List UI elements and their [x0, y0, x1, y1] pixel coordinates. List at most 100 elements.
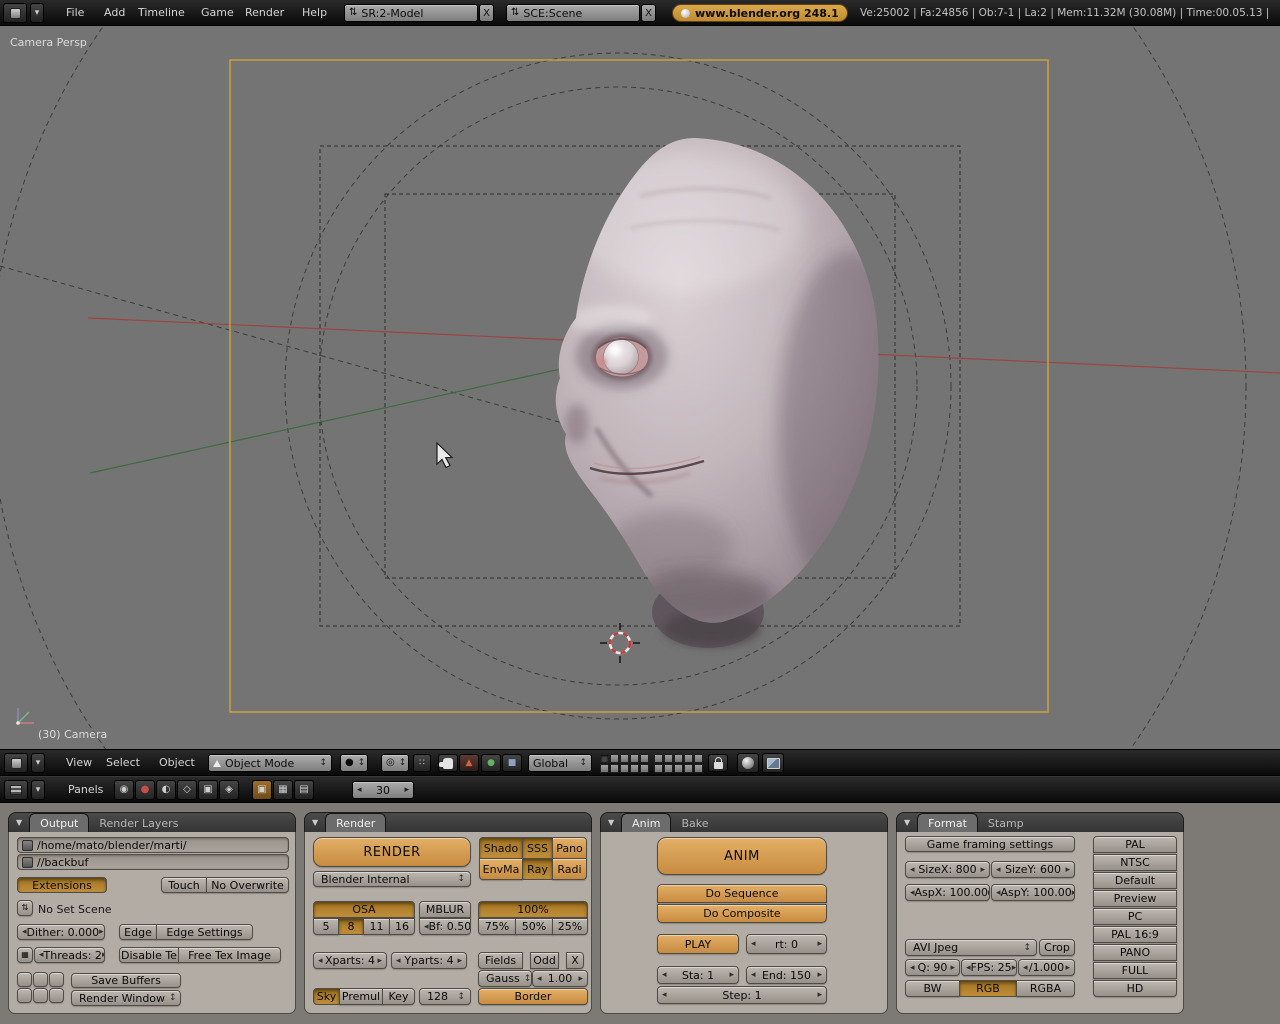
- bw-toggle[interactable]: BW: [905, 980, 960, 997]
- preset-preview-button[interactable]: Preview: [1093, 890, 1177, 907]
- menu-timeline[interactable]: Timeline: [134, 0, 189, 25]
- translate-manipulator-button[interactable]: ▲: [459, 754, 479, 772]
- tab-stamp[interactable]: Stamp: [978, 814, 1034, 832]
- crop-toggle[interactable]: Crop: [1039, 939, 1075, 956]
- script-context-button[interactable]: ●: [135, 780, 155, 800]
- layer-button[interactable]: [610, 764, 619, 773]
- extensions-toggle[interactable]: Extensions: [17, 877, 107, 893]
- layer-button[interactable]: [640, 764, 649, 773]
- layer-button[interactable]: [640, 754, 649, 763]
- header-collapse-button[interactable]: ▾: [31, 780, 45, 800]
- editor-type-button[interactable]: [4, 753, 28, 773]
- do-composite-toggle[interactable]: Do Composite: [657, 904, 827, 923]
- auto-threads-button[interactable]: ▦: [17, 947, 33, 963]
- xparts-field[interactable]: Xparts: 4: [313, 952, 387, 969]
- menu-help[interactable]: Help: [298, 0, 331, 25]
- key-toggle[interactable]: Key: [382, 988, 415, 1005]
- threads-field[interactable]: Threads: 2: [34, 947, 105, 963]
- menu-view[interactable]: View: [62, 750, 96, 775]
- layer-button[interactable]: [610, 754, 619, 763]
- manipulator-toggle-button[interactable]: [438, 754, 458, 772]
- tab-output[interactable]: Output: [29, 813, 89, 832]
- rotate-manipulator-button[interactable]: ●: [481, 754, 501, 772]
- screen-close-button[interactable]: X: [479, 4, 494, 22]
- grid-toggle[interactable]: [17, 972, 32, 987]
- layer-button[interactable]: [600, 764, 609, 773]
- render-subcontext-button[interactable]: ▣: [252, 780, 272, 800]
- grid-toggle[interactable]: [33, 988, 48, 1003]
- scene-close-button[interactable]: X: [641, 4, 656, 22]
- layer-button[interactable]: [620, 764, 629, 773]
- odd-toggle[interactable]: Odd: [530, 952, 559, 969]
- fps-base-field[interactable]: /1.000: [1018, 959, 1075, 976]
- menu-add[interactable]: Add: [100, 0, 129, 25]
- preset-pal-button[interactable]: PAL: [1093, 836, 1177, 853]
- preset-ntsc-button[interactable]: NTSC: [1093, 854, 1177, 871]
- menu-select[interactable]: Select: [102, 750, 144, 775]
- radiosity-toggle[interactable]: Radi: [552, 858, 587, 880]
- size-25-toggle[interactable]: 25%: [552, 918, 588, 935]
- fps-field[interactable]: FPS: 25: [961, 959, 1017, 976]
- layer-button[interactable]: [674, 754, 683, 763]
- dither-field[interactable]: Dither: 0.000: [17, 924, 105, 940]
- collapse-arrow-icon[interactable]: ▼: [904, 818, 910, 827]
- layer-button[interactable]: [664, 764, 673, 773]
- collapse-arrow-icon[interactable]: ▼: [608, 818, 614, 827]
- layer-button[interactable]: [674, 764, 683, 773]
- no-overwrite-toggle[interactable]: No Overwrite: [206, 877, 289, 893]
- envmap-toggle[interactable]: EnvMa: [479, 858, 523, 880]
- filter-size-field[interactable]: 1.00: [532, 970, 588, 987]
- blur-factor-field[interactable]: Bf: 0.50: [419, 918, 471, 935]
- edge-toggle[interactable]: Edge: [119, 924, 157, 940]
- do-sequence-toggle[interactable]: Do Sequence: [657, 884, 827, 903]
- tab-anim[interactable]: Anim: [621, 813, 671, 832]
- disable-tex-toggle[interactable]: Disable Te: [119, 947, 179, 963]
- screen-selector[interactable]: ⇅ SR:2-Model: [344, 4, 478, 22]
- edge-settings-button[interactable]: Edge Settings: [156, 924, 253, 940]
- size-x-field[interactable]: SizeX: 800: [905, 861, 990, 878]
- preset-hd-button[interactable]: HD: [1093, 980, 1177, 997]
- tab-render[interactable]: Render: [325, 813, 386, 832]
- orientation-dropdown[interactable]: Global: [528, 754, 592, 772]
- osa-8-toggle[interactable]: 8: [338, 918, 364, 935]
- menu-game[interactable]: Game: [197, 0, 238, 25]
- rgba-toggle[interactable]: RGBA: [1016, 980, 1075, 997]
- osa-16-toggle[interactable]: 16: [389, 918, 415, 935]
- sound-subcontext-button[interactable]: ▤: [294, 780, 314, 800]
- start-frame-field[interactable]: Sta: 1: [657, 966, 739, 984]
- backbuf-path-field[interactable]: //backbuf: [17, 854, 289, 870]
- mblur-toggle[interactable]: MBLUR: [419, 901, 471, 918]
- grid-toggle[interactable]: [49, 972, 64, 987]
- size-50-toggle[interactable]: 50%: [515, 918, 553, 935]
- quality-field[interactable]: Q: 90: [905, 959, 960, 976]
- set-scene-browse-button[interactable]: ⇅: [17, 900, 33, 916]
- game-framing-button[interactable]: Game framing settings: [905, 836, 1075, 852]
- play-button[interactable]: PLAY: [657, 934, 739, 954]
- octree-dropdown[interactable]: 128: [419, 988, 471, 1005]
- menu-object[interactable]: Object: [155, 750, 199, 775]
- preset-pano-button[interactable]: PANO: [1093, 944, 1177, 961]
- border-toggle[interactable]: Border: [478, 988, 588, 1005]
- filter-dropdown[interactable]: Gauss: [478, 970, 532, 987]
- fields-toggle[interactable]: Fields: [478, 952, 523, 969]
- layer-button[interactable]: [684, 764, 693, 773]
- layer-button[interactable]: [694, 764, 703, 773]
- editor-type-button[interactable]: [4, 780, 28, 800]
- draw-type-dropdown[interactable]: ●: [340, 754, 368, 772]
- layer-button[interactable]: [654, 754, 663, 763]
- render-button[interactable]: RENDER: [313, 837, 471, 867]
- codec-dropdown[interactable]: AVI Jpeg: [905, 939, 1037, 956]
- osa-5-toggle[interactable]: 5: [313, 918, 339, 935]
- ray-toggle[interactable]: Ray: [522, 858, 553, 880]
- rgb-toggle[interactable]: RGB: [959, 980, 1017, 997]
- size-75-toggle[interactable]: 75%: [478, 918, 516, 935]
- current-frame-field[interactable]: 30: [352, 781, 414, 799]
- preset-full-button[interactable]: FULL: [1093, 962, 1177, 979]
- asp-y-field[interactable]: AspY: 100.00: [991, 884, 1075, 901]
- menu-file[interactable]: File: [62, 0, 88, 25]
- sss-toggle[interactable]: SSS: [522, 837, 553, 859]
- tab-bake[interactable]: Bake: [671, 814, 718, 832]
- save-buffers-toggle[interactable]: Save Buffers: [71, 973, 181, 988]
- pano-toggle[interactable]: Pano: [552, 837, 587, 859]
- grid-toggle[interactable]: [49, 988, 64, 1003]
